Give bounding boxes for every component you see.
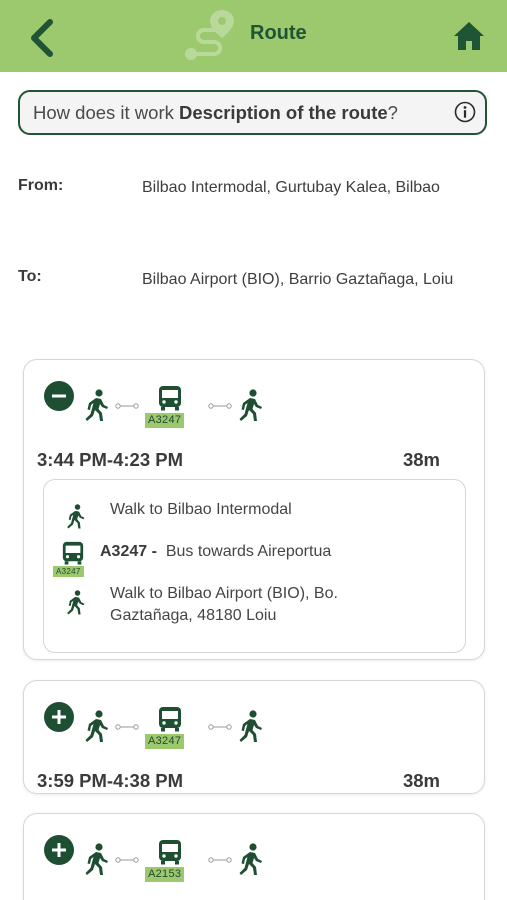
- route-duration: 38m: [402, 449, 440, 470]
- connector-dots: [208, 723, 232, 731]
- walk-icon: [238, 389, 264, 423]
- walk-icon: [238, 710, 264, 744]
- walk-icon: [84, 710, 110, 744]
- route-time: 3:44 PM-4:23 PM: [37, 449, 183, 470]
- route-description-link[interactable]: Description of the route: [179, 102, 388, 123]
- bus-icon: [61, 541, 85, 565]
- walk-icon: [84, 843, 110, 877]
- bus-line-badge: A3247: [53, 566, 84, 577]
- how-it-works-bar[interactable]: How does it work Description of the rout…: [18, 90, 487, 135]
- info-icon[interactable]: [454, 101, 476, 123]
- connector-dots: [115, 723, 139, 731]
- bus-icon: [157, 839, 183, 865]
- header-bar: Route: [0, 0, 507, 72]
- bus-line-badge: A2153: [145, 867, 185, 882]
- bus-icon: [157, 706, 183, 732]
- to-value: Bilbao Airport (BIO), Barrio Gaztañaga, …: [142, 271, 454, 288]
- bus-line-badge: A3247: [145, 413, 185, 428]
- walk-icon: [84, 389, 110, 423]
- walk-icon: [238, 843, 264, 877]
- bus-icon: [157, 385, 183, 411]
- to-label: To:: [18, 268, 42, 285]
- page-title: Route: [250, 22, 307, 44]
- step-walk-text: Walk to Bilbao Intermodal: [110, 501, 292, 518]
- step-walk-text: Walk to Bilbao Airport (BIO), Bo. Gaztañ…: [110, 585, 338, 624]
- expand-button[interactable]: [44, 835, 74, 865]
- plus-icon: [52, 843, 66, 857]
- route-time: 3:59 PM-4:38 PM: [37, 770, 183, 791]
- connector-dots: [115, 402, 139, 410]
- route-card[interactable]: A3247 3:44 PM-4:23 PM 38m Walk to Bilbao…: [23, 359, 485, 660]
- route-card[interactable]: A3247 3:59 PM-4:38 PM 38m: [23, 680, 485, 794]
- step-bus-text: A3247 - Bus towards Aireportua: [100, 543, 332, 560]
- connector-dots: [115, 856, 139, 864]
- minus-icon: [52, 394, 66, 398]
- from-label: From:: [18, 177, 64, 194]
- from-value: Bilbao Intermodal, Gurtubay Kalea, Bilba…: [142, 179, 440, 196]
- home-icon[interactable]: [452, 20, 486, 52]
- route-duration: 38m: [402, 770, 440, 791]
- connector-dots: [208, 856, 232, 864]
- collapse-button[interactable]: [44, 381, 74, 411]
- expand-button[interactable]: [44, 702, 74, 732]
- plus-icon: [52, 710, 66, 724]
- walk-icon: [66, 504, 86, 530]
- connector-dots: [208, 402, 232, 410]
- route-icon: [185, 10, 234, 60]
- bus-line-badge: A3247: [145, 734, 185, 749]
- chevron-left-icon[interactable]: [26, 18, 60, 58]
- route-card[interactable]: A2153: [23, 813, 485, 900]
- walk-icon: [66, 590, 86, 616]
- route-steps-panel: Walk to Bilbao Intermodal A3247 A3247 - …: [43, 479, 466, 653]
- how-it-works-text: How does it work Description of the rout…: [33, 102, 398, 123]
